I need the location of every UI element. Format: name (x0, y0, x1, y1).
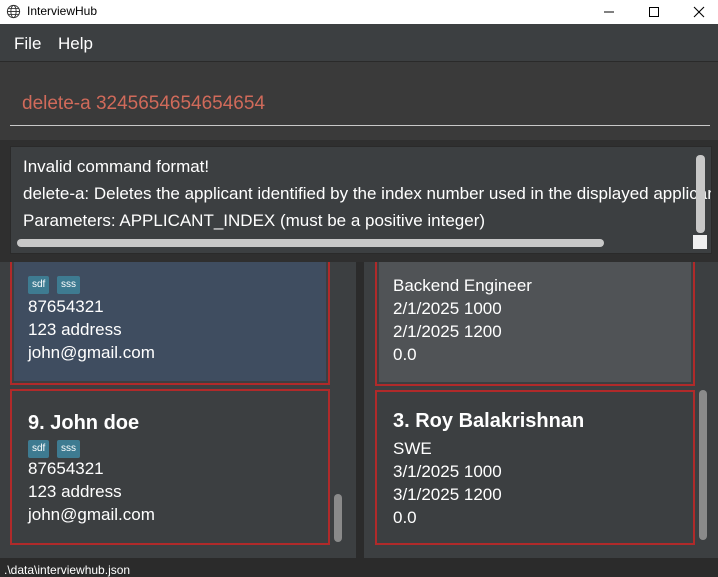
applicant-address: 123 address (28, 482, 122, 501)
close-icon (693, 6, 705, 18)
interview-list-scrollbar[interactable] (699, 390, 707, 540)
tag-badge: sdf (28, 276, 50, 294)
window-titlebar: InterviewHub (0, 0, 718, 24)
window-title: InterviewHub (27, 4, 98, 18)
applicant-phone: 87654321 (28, 459, 104, 478)
result-display-area: Invalid command format! delete-a: Delete… (0, 140, 718, 262)
tag-badge: sss (57, 440, 80, 458)
tag-badge: sdf (28, 440, 50, 458)
interview-end: 3/1/2025 1200 (393, 485, 502, 504)
interview-role: SWE (393, 439, 432, 458)
interview-role: Backend Engineer (393, 276, 532, 295)
close-button[interactable] (676, 0, 718, 24)
interview-score: 0.0 (393, 508, 417, 527)
menu-help[interactable]: Help (58, 34, 93, 54)
maximize-button[interactable] (631, 0, 677, 24)
result-vertical-scrollbar[interactable] (696, 155, 705, 233)
interview-start: 3/1/2025 1000 (393, 462, 502, 481)
interview-start: 2/1/2025 1000 (393, 299, 502, 318)
applicant-name: 9. John doe (28, 412, 140, 434)
result-line: delete-a: Deletes the applicant identifi… (23, 184, 712, 203)
interview-card[interactable]: Backend Engineer 2/1/2025 1000 2/1/2025 … (375, 262, 695, 386)
applicant-list-panel[interactable]: sdf sss 87654321 123 address john@gmail.… (0, 262, 356, 558)
minimize-icon (604, 11, 614, 13)
applicant-list-scrollbar[interactable] (334, 494, 342, 542)
interview-card[interactable]: 3. Roy Balakrishnan SWE 3/1/2025 1000 3/… (375, 390, 695, 545)
save-file-path: .\data\interviewhub.json (4, 563, 131, 577)
split-pane-divider[interactable] (356, 262, 364, 558)
interview-name: 3. Roy Balakrishnan (393, 410, 585, 432)
scroll-corner (693, 235, 707, 249)
command-box (0, 62, 718, 140)
applicant-email: john@gmail.com (28, 505, 155, 524)
globe-icon (6, 4, 21, 19)
applicant-card[interactable]: 9. John doe sdf sss 87654321 123 address… (10, 389, 330, 545)
interview-score: 0.0 (393, 345, 417, 364)
applicant-address: 123 address (28, 320, 122, 339)
result-line: Invalid command format! (23, 157, 210, 176)
status-bar: .\data\interviewhub.json (0, 558, 718, 577)
applicant-email: john@gmail.com (28, 343, 155, 362)
tag-badge: sss (57, 276, 80, 294)
command-input[interactable] (10, 82, 710, 126)
result-horizontal-scrollbar[interactable] (17, 239, 604, 247)
interview-list-panel[interactable]: Backend Engineer 2/1/2025 1000 2/1/2025 … (364, 262, 718, 558)
result-line: Parameters: APPLICANT_INDEX (must be a p… (23, 211, 486, 230)
menu-file[interactable]: File (14, 34, 41, 54)
applicant-phone: 87654321 (28, 297, 104, 316)
minimize-button[interactable] (586, 0, 632, 24)
applicant-card[interactable]: sdf sss 87654321 123 address john@gmail.… (10, 262, 330, 385)
result-display: Invalid command format! delete-a: Delete… (10, 146, 712, 254)
menu-bar: File Help (0, 24, 718, 62)
interview-end: 2/1/2025 1200 (393, 322, 502, 341)
maximize-icon (649, 7, 659, 17)
